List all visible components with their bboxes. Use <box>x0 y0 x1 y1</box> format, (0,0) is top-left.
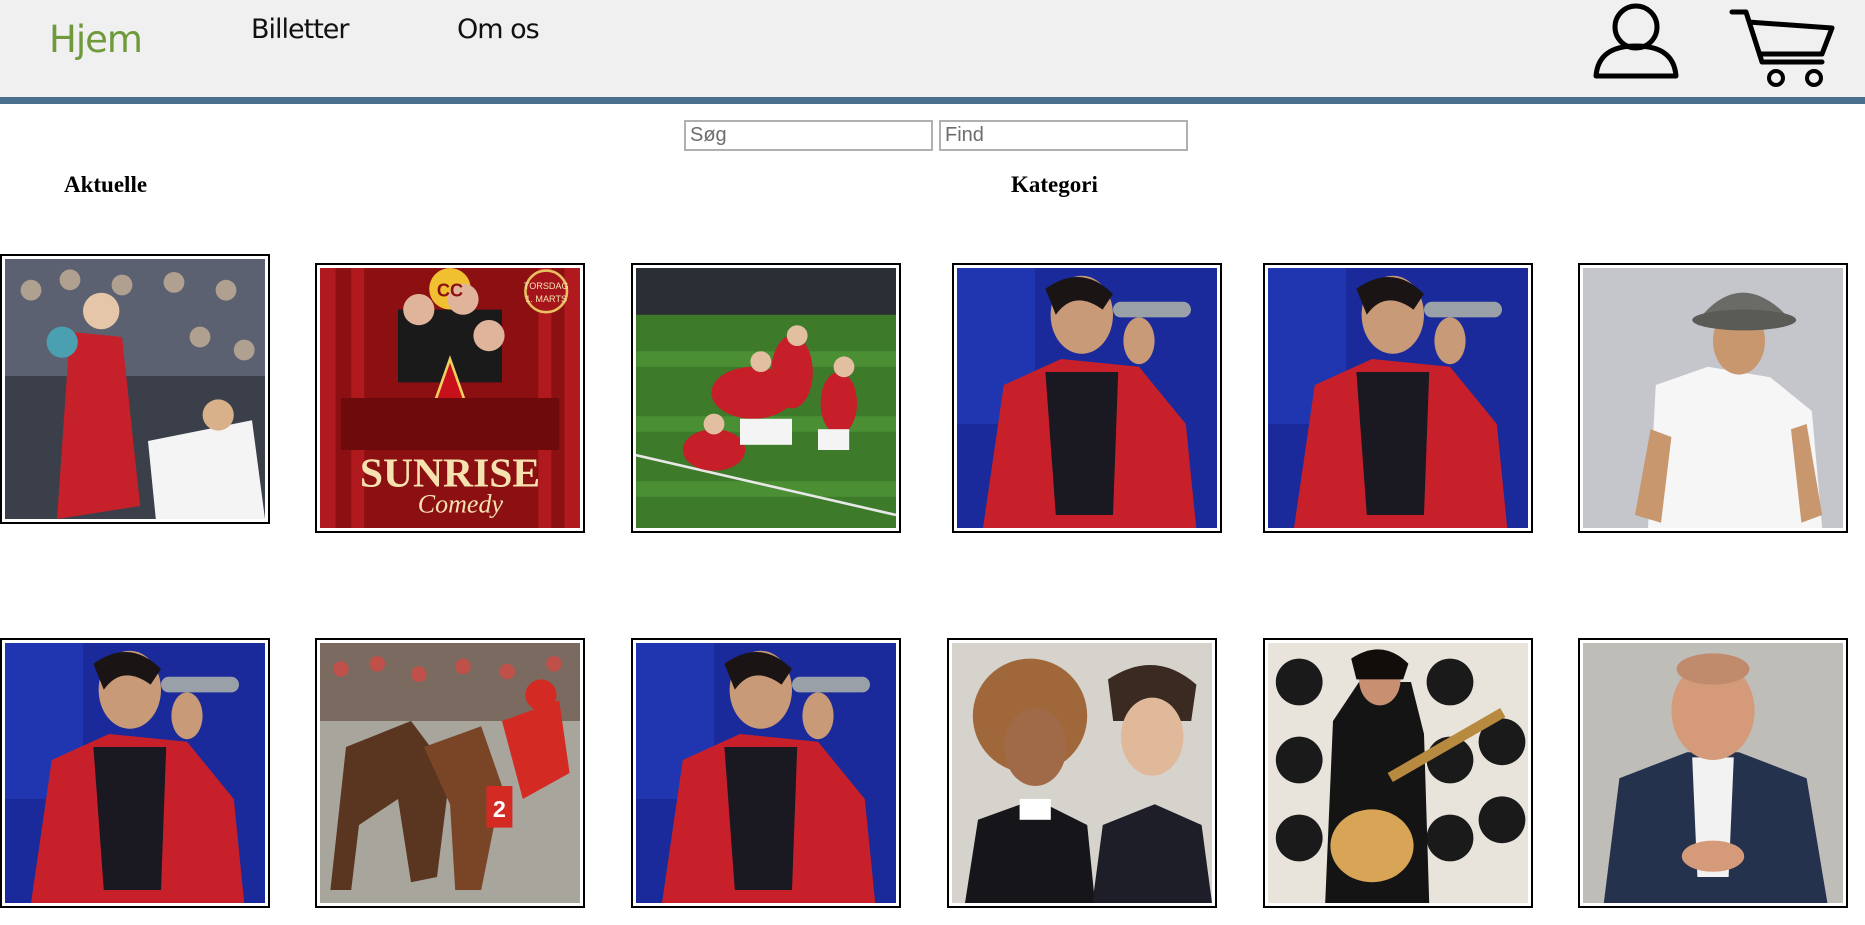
current-heading: Aktuelle <box>64 172 148 197</box>
man-with-hat-photo <box>1583 268 1843 528</box>
event-tile-handball[interactable] <box>0 254 270 524</box>
event-tile-singer[interactable] <box>1263 263 1533 533</box>
comedy-poster: SUNRISE Comedy CC TORSDAG 1. MARTS <box>320 268 580 528</box>
poster-subtitle: Comedy <box>418 489 504 518</box>
find-input[interactable] <box>939 120 1188 151</box>
horse-racing-photo: 2 <box>320 643 580 903</box>
nav-tickets-link[interactable]: Billetter <box>251 14 350 45</box>
event-tile-singer[interactable] <box>631 638 901 908</box>
search-input[interactable] <box>684 120 933 151</box>
poster-day: TORSDAG <box>524 281 569 291</box>
event-tile-horse-racing[interactable]: 2 <box>315 638 585 908</box>
poster-logo: CC <box>437 281 463 301</box>
event-tile-singer[interactable] <box>0 638 270 908</box>
singer-photo <box>957 268 1217 528</box>
singer-photo <box>1268 268 1528 528</box>
man-in-blazer-photo <box>1583 643 1843 903</box>
event-tile-comedy[interactable]: SUNRISE Comedy CC TORSDAG 1. MARTS <box>315 263 585 533</box>
nav-home-link[interactable]: Hjem <box>49 18 143 61</box>
event-tile-man-with-hat[interactable] <box>1578 263 1848 533</box>
two-women-photo <box>952 643 1212 903</box>
singer-photo <box>636 643 896 903</box>
shopping-cart-icon <box>1729 9 1835 87</box>
event-tile-man-in-blazer[interactable] <box>1578 638 1848 908</box>
racing-bib: 2 <box>493 796 506 822</box>
handball-photo <box>5 259 265 519</box>
bass-player-photo <box>1268 643 1528 903</box>
nav-about-link[interactable]: Om os <box>457 14 540 45</box>
poster-date: 1. MARTS <box>525 294 567 304</box>
event-tile-football[interactable] <box>631 263 901 533</box>
user-account-button[interactable] <box>1588 0 1684 82</box>
category-heading: Kategori <box>1011 172 1098 197</box>
event-tile-two-women[interactable] <box>947 638 1217 908</box>
football-photo <box>636 268 896 528</box>
event-tile-singer[interactable] <box>952 263 1222 533</box>
cart-button[interactable] <box>1726 6 1838 90</box>
user-icon <box>1593 3 1679 79</box>
event-tile-bass-player[interactable] <box>1263 638 1533 908</box>
singer-photo <box>5 643 265 903</box>
site-header: Hjem Billetter Om os <box>0 0 1865 104</box>
